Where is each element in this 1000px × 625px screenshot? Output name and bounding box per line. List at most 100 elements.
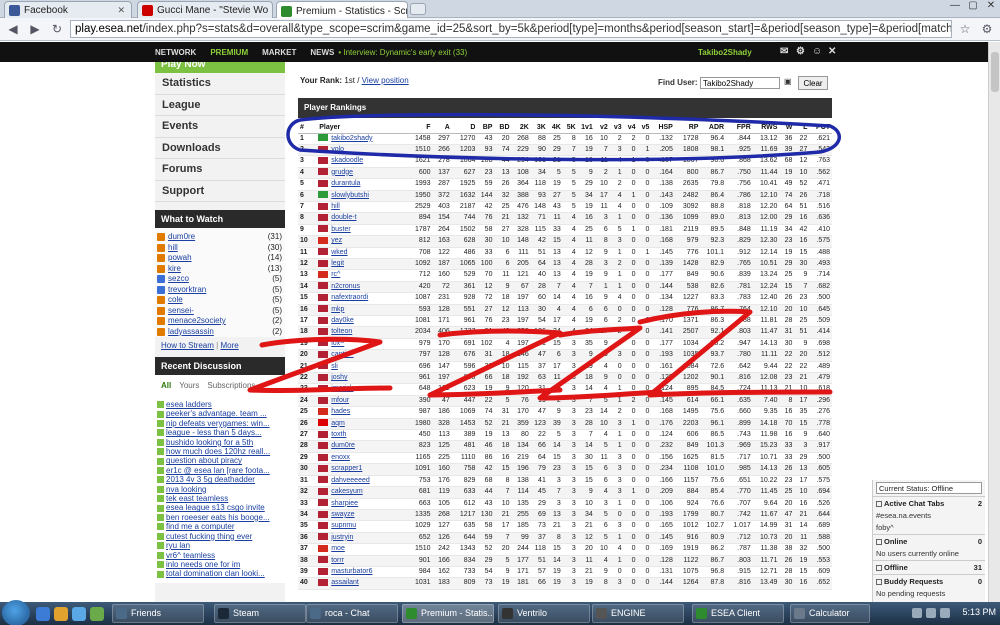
column-header[interactable]: FPR	[726, 122, 753, 134]
player-link[interactable]: wked	[331, 249, 347, 256]
page-scrollbar[interactable]	[988, 42, 1000, 602]
player-link[interactable]: double-t	[331, 214, 356, 221]
column-header[interactable]: PCT	[809, 122, 832, 134]
stream-name[interactable]: dum0re	[168, 232, 265, 243]
chat-section-header[interactable]: Online 0	[873, 534, 985, 548]
close-tab-icon[interactable]: ✕	[117, 5, 125, 16]
column-header[interactable]: F	[406, 122, 433, 134]
player-link[interactable]: slowlybutshi	[331, 192, 369, 199]
player-link[interactable]: n2cronus	[331, 283, 360, 290]
thread-title[interactable]: ryu lan	[166, 541, 190, 550]
media-icon[interactable]	[90, 607, 104, 621]
player-link[interactable]: yez	[331, 237, 342, 244]
stream-item[interactable]: dum0re (31)	[157, 232, 282, 243]
reload-icon[interactable]: ↻	[48, 20, 66, 38]
maximize-icon[interactable]: ▢	[964, 0, 982, 14]
stream-item[interactable]: ladyassassin (2)	[157, 327, 282, 338]
thread-title[interactable]: 2013 4v 3 5g deathadder	[166, 475, 255, 484]
thread-title[interactable]: bushido looking for a 5th	[166, 438, 253, 447]
thread-title[interactable]: peeker's advantage. team ...	[166, 409, 267, 418]
start-button[interactable]	[2, 600, 30, 625]
discussion-item[interactable]: tek east teamless	[157, 494, 283, 503]
stream-item[interactable]: sezco (5)	[157, 274, 282, 285]
stream-item[interactable]: powah (14)	[157, 253, 282, 264]
player-link[interactable]: sli	[331, 363, 338, 370]
player-link[interactable]: moe	[331, 545, 345, 552]
column-header[interactable]: 2K	[511, 122, 531, 134]
thread-title[interactable]: tek east teamless	[166, 494, 228, 503]
stream-item[interactable]: menace2society (2)	[157, 316, 282, 327]
taskbar-button[interactable]: Calculator	[790, 604, 870, 623]
clear-button[interactable]: Clear	[798, 76, 828, 90]
chat-entry[interactable]: foby^	[873, 522, 985, 534]
thread-title[interactable]: ben roeeser eats his booge...	[166, 513, 270, 522]
find-user-input[interactable]	[700, 77, 780, 89]
column-header[interactable]: L	[794, 122, 810, 134]
stream-name[interactable]: powah	[168, 253, 265, 264]
player-link[interactable]: cakesyum	[331, 488, 363, 495]
column-header[interactable]: Player	[317, 122, 407, 134]
play-now-button[interactable]: Play Now	[155, 62, 285, 73]
tab-subscriptions[interactable]: Subscriptions	[207, 381, 255, 390]
player-link[interactable]: imerick	[331, 385, 353, 392]
player-link[interactable]: l0x~	[331, 340, 344, 347]
close-window-icon[interactable]: ✕	[982, 0, 1000, 14]
calendar-icon[interactable]: ▣	[784, 77, 794, 86]
discussion-item[interactable]: 2013 4v 3 5g deathadder	[157, 475, 283, 484]
player-link[interactable]: swayze	[331, 511, 354, 518]
browser-tab-premium[interactable]: Premium - Statistics - Scr ✕	[276, 1, 408, 19]
tab-yours[interactable]: Yours	[179, 381, 199, 390]
stream-name[interactable]: trevorktran	[168, 285, 269, 296]
scrollbar-thumb[interactable]	[991, 52, 999, 92]
taskbar-button[interactable]: roca - Chat	[306, 604, 398, 623]
player-link[interactable]: takibo2shady	[331, 135, 372, 142]
network-icon[interactable]	[912, 608, 922, 618]
column-header[interactable]: BD	[494, 122, 512, 134]
player-link[interactable]: yolo	[331, 146, 344, 153]
sidebar-item-support[interactable]: Support	[155, 181, 285, 202]
taskbar-button[interactable]: Ventrilo	[498, 604, 590, 623]
player-link[interactable]: nafextraordi	[331, 294, 368, 301]
player-link[interactable]: grudge	[331, 169, 353, 176]
discussion-item[interactable]: find me a computer	[157, 522, 283, 531]
column-header[interactable]: HSP	[651, 122, 675, 134]
thread-title[interactable]: how much does 120hz reall...	[166, 447, 270, 456]
column-header[interactable]: v3	[609, 122, 624, 134]
player-link[interactable]: assailant	[331, 579, 359, 586]
tab-all[interactable]: All	[161, 381, 171, 390]
battery-icon[interactable]	[940, 608, 950, 618]
player-link[interactable]: justryin	[331, 534, 353, 541]
browser-tab-youtube[interactable]: Gucci Mane - "Stevie Wo ✕	[137, 1, 273, 18]
thread-title[interactable]: total domination clan looki...	[166, 569, 265, 578]
chat-section-header[interactable]: Offline 31	[873, 560, 985, 574]
discussion-item[interactable]: cutest fucking thing ever	[157, 532, 283, 541]
column-header[interactable]: ADR	[700, 122, 727, 134]
url-bar[interactable]: play.esea.net/index.php?s=stats&d=overal…	[70, 20, 952, 38]
wrench-icon[interactable]: ⚙	[978, 20, 996, 38]
thread-title[interactable]: find me a computer	[166, 522, 234, 531]
discussion-item[interactable]: total domination clan looki...	[157, 569, 283, 578]
friends-icon[interactable]: ☺	[812, 46, 822, 57]
thread-title[interactable]: er1c @ esea lan [rare foota...	[166, 466, 270, 475]
sidebar-item-events[interactable]: Events	[155, 116, 285, 138]
column-header[interactable]: BP	[477, 122, 495, 134]
player-link[interactable]: durantula	[331, 180, 360, 187]
column-header[interactable]: 3K	[530, 122, 548, 134]
column-header[interactable]: RP	[674, 122, 701, 134]
collapse-icon[interactable]	[876, 579, 882, 586]
player-link[interactable]: torrr	[331, 557, 344, 564]
stream-item[interactable]: trevorktran (5)	[157, 285, 282, 296]
nav-news[interactable]: NEWS	[310, 48, 334, 57]
player-link[interactable]: supnmu	[331, 522, 356, 529]
discussion-item[interactable]: er1c @ esea lan [rare foota...	[157, 466, 283, 475]
thread-title[interactable]: league - less than 5 days...	[166, 428, 262, 437]
collapse-icon[interactable]	[876, 539, 882, 546]
discussion-item[interactable]: inlo needs one for im	[157, 560, 283, 569]
player-link[interactable]: mfour	[331, 397, 349, 404]
discussion-item[interactable]: league - less than 5 days...	[157, 428, 283, 437]
stream-name[interactable]: kire	[168, 264, 265, 275]
chat-entry[interactable]: No users currently online	[873, 548, 985, 560]
column-header[interactable]: RWS	[752, 122, 780, 134]
column-header[interactable]: 1v1	[577, 122, 595, 134]
thread-title[interactable]: nva looking	[166, 485, 206, 494]
